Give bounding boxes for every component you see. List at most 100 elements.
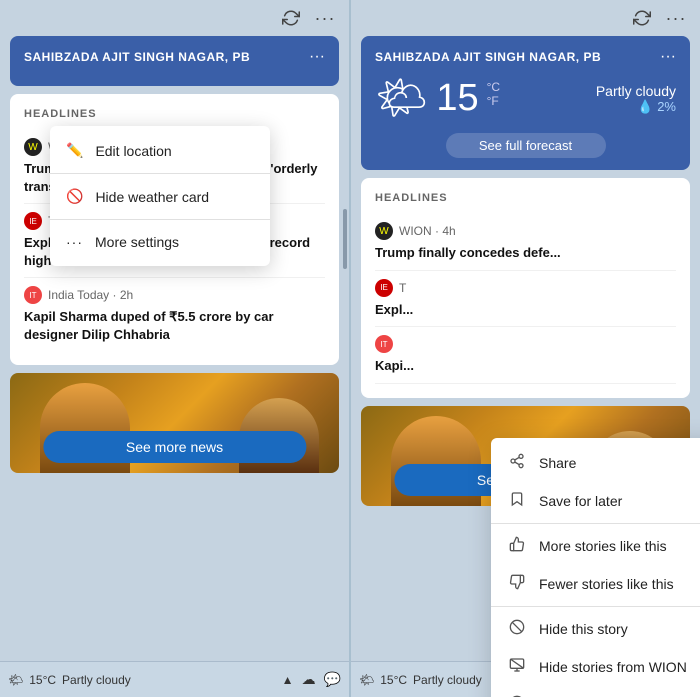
rain-drop-icon: 💧 (637, 99, 653, 114)
left-taskbar: 🌤 15°C Partly cloudy ▲ ☁ 💬 (0, 661, 349, 697)
left-weather-menu-btn[interactable]: ··· (309, 48, 325, 66)
right-refresh-btn[interactable] (630, 6, 654, 30)
right-taskbar-weather-icon: 🌤 (359, 673, 374, 687)
hide-source-icon (507, 657, 527, 677)
right-weather-card: SAHIBZADA AJIT SINGH NAGAR, PB ··· 🌤 15 … (361, 36, 690, 170)
left-top-bar: ··· (0, 0, 349, 36)
left-scroll-indicator[interactable] (343, 209, 347, 269)
ctx-hide-story-label: Hide this story (539, 621, 628, 637)
right-weather-location: SAHIBZADA AJIT SINGH NAGAR, PB (375, 50, 601, 64)
left-see-more-section: See more news (10, 373, 339, 473)
today-icon-right-1: IT (375, 335, 393, 353)
right-weather-emoji: 🌤 (375, 74, 428, 123)
dropdown-edit-label: Edit location (95, 143, 171, 159)
right-news-title-3: Kapi... (375, 357, 676, 375)
ctx-fewer-like-label: Fewer stories like this (539, 576, 674, 592)
ctx-fewer-like[interactable]: Fewer stories like this (491, 565, 700, 603)
ctx-more-like[interactable]: More stories like this (491, 527, 700, 565)
express-icon-right-1: IE (375, 279, 393, 297)
right-news-source-row-2: IE T (375, 279, 676, 297)
wion-icon-right-1: W (375, 222, 393, 240)
right-news-source-1: WION · 4h (399, 224, 456, 238)
ctx-more-like-label: More stories like this (539, 538, 667, 554)
right-news-title-2: Expl... (375, 301, 676, 319)
left-news-item-3[interactable]: IT India Today · 2h Kapil Sharma duped o… (24, 278, 325, 351)
left-panel: ··· SAHIBZADA AJIT SINGH NAGAR, PB ··· ✏… (0, 0, 349, 697)
dropdown-hide-weather[interactable]: 🚫 Hide weather card (50, 178, 270, 215)
pencil-icon: ✏️ (66, 142, 83, 159)
dropdown-edit-location[interactable]: ✏️ Edit location (50, 132, 270, 169)
left-taskbar-desc: Partly cloudy (62, 673, 131, 687)
right-news-title-1: Trump finally concedes defe... (375, 244, 575, 262)
right-rain-pct: 2% (657, 99, 676, 114)
ctx-save-later[interactable]: Save for later (491, 482, 700, 520)
taskbar-speech-icon: 💬 (324, 671, 341, 688)
ctx-report[interactable]: Report an issue (491, 686, 700, 697)
right-news-label: HEADLINES (375, 192, 676, 204)
ctx-share-label: Share (539, 455, 576, 471)
left-news-label: HEADLINES (24, 108, 325, 120)
right-news-card: HEADLINES W WION · 4h Trump finally conc… (361, 178, 690, 398)
right-temp-f: °F (487, 94, 500, 108)
right-taskbar-desc: Partly cloudy (413, 673, 482, 687)
left-see-more-btn[interactable]: See more news (43, 431, 306, 463)
right-weather-main: 🌤 15 °C °F Partly cloudy 💧 2% (375, 74, 676, 123)
dropdown-divider-1 (50, 173, 270, 174)
right-news-item-1[interactable]: W WION · 4h Trump finally concedes defe.… (375, 214, 676, 271)
right-weather-units: °C °F (487, 80, 500, 108)
left-taskbar-weather-icon: 🌤 (8, 673, 23, 687)
no-icon: 🚫 (66, 188, 83, 205)
left-weather-card: SAHIBZADA AJIT SINGH NAGAR, PB ··· ✏️ Ed… (10, 36, 339, 86)
right-news-source-row-1: W WION · 4h (375, 222, 676, 240)
thumbs-up-icon (507, 536, 527, 556)
left-taskbar-temp: 15°C (29, 673, 56, 687)
ctx-hide-wion[interactable]: Hide stories from WION (491, 648, 700, 686)
right-news-source-row-3: IT (375, 335, 676, 353)
left-news-title-3: Kapil Sharma duped of ₹5.5 crore by car … (24, 308, 325, 343)
share-icon (507, 453, 527, 473)
right-weather-temp: 15 (436, 77, 478, 120)
thumbs-down-icon (507, 574, 527, 594)
dropdown-more-settings[interactable]: ··· More settings (50, 224, 270, 260)
ctx-divider-2 (491, 606, 700, 607)
dropdown-divider-2 (50, 219, 270, 220)
right-top-bar: ··· (351, 0, 700, 36)
right-forecast-btn[interactable]: See full forecast (446, 133, 606, 158)
right-more-btn[interactable]: ··· (664, 6, 688, 30)
right-news-item-3[interactable]: IT Kapi... (375, 327, 676, 384)
ctx-save-label: Save for later (539, 493, 622, 509)
right-news-source-2: T (399, 281, 406, 295)
right-temp-c: °C (487, 80, 500, 94)
wion-icon-1: W (24, 138, 42, 156)
left-refresh-btn[interactable] (279, 6, 303, 30)
taskbar-up-icon[interactable]: ▲ (282, 673, 294, 687)
right-weather-desc-block: Partly cloudy 💧 2% (596, 83, 676, 115)
right-weather-menu-btn[interactable]: ··· (660, 48, 676, 66)
dropdown-settings-label: More settings (95, 234, 179, 250)
right-weather-icon-temp: 🌤 15 °C °F (375, 74, 500, 123)
ctx-hide-wion-label: Hide stories from WION (539, 659, 687, 675)
ctx-divider-1 (491, 523, 700, 524)
left-more-btn[interactable]: ··· (313, 6, 337, 30)
dropdown-hide-label: Hide weather card (95, 189, 209, 205)
right-weather-rain: 💧 2% (596, 99, 676, 115)
bookmark-icon (507, 491, 527, 511)
ctx-hide-story[interactable]: Hide this story (491, 610, 700, 648)
left-taskbar-icons: ▲ ☁ 💬 (282, 671, 341, 688)
left-weather-location: SAHIBZADA AJIT SINGH NAGAR, PB (24, 50, 250, 64)
today-icon-1: IT (24, 286, 42, 304)
left-news-source-row-3: IT India Today · 2h (24, 286, 325, 304)
right-panel: ··· SAHIBZADA AJIT SINGH NAGAR, PB ··· 🌤… (351, 0, 700, 697)
left-news-source-3: India Today · 2h (48, 288, 133, 302)
ctx-share[interactable]: Share (491, 444, 700, 482)
right-weather-header: SAHIBZADA AJIT SINGH NAGAR, PB ··· (375, 48, 676, 66)
hide-story-icon (507, 619, 527, 639)
right-taskbar-temp: 15°C (380, 673, 407, 687)
taskbar-cloud-icon: ☁ (302, 671, 316, 688)
express-icon-1: IE (24, 212, 42, 230)
dots-icon: ··· (66, 234, 83, 250)
left-weather-header: SAHIBZADA AJIT SINGH NAGAR, PB ··· (24, 48, 325, 66)
right-news-item-2[interactable]: IE T Expl... (375, 271, 676, 328)
left-weather-dropdown: ✏️ Edit location 🚫 Hide weather card ···… (50, 126, 270, 266)
right-weather-description: Partly cloudy (596, 83, 676, 99)
